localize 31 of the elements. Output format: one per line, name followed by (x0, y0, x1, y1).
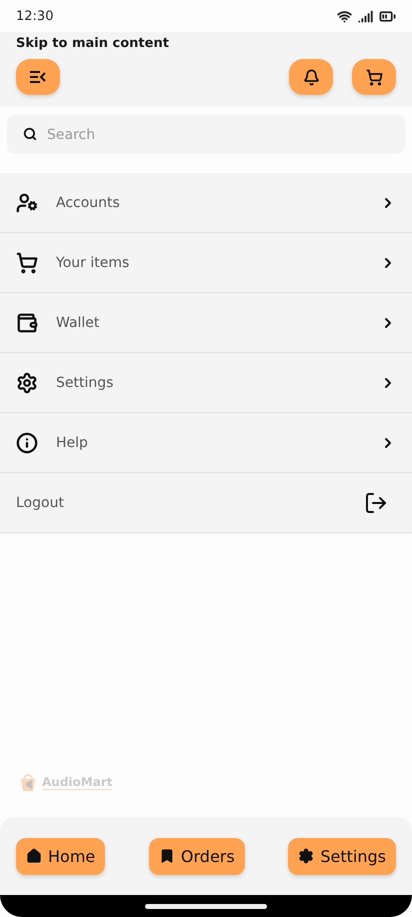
wifi-icon (337, 8, 352, 24)
cart-button[interactable] (352, 59, 396, 95)
wallet-icon (16, 312, 38, 334)
search-field[interactable]: Search (7, 115, 405, 154)
bookmark-icon (158, 848, 175, 864)
menu-icon (30, 71, 46, 83)
logout-item[interactable]: Logout (0, 473, 412, 533)
menu-item[interactable]: Your items (0, 233, 412, 293)
gear-icon (16, 372, 38, 394)
cart-icon (366, 68, 382, 86)
house-icon (26, 848, 42, 864)
menu-button[interactable] (16, 59, 60, 95)
nav-button[interactable]: Home (16, 838, 106, 874)
gear-icon (298, 848, 314, 864)
nav-button[interactable]: Orders (148, 838, 245, 874)
signal-icon (358, 8, 373, 24)
nav-button[interactable]: Settings (288, 838, 396, 874)
menu-item[interactable]: Help (0, 413, 412, 473)
search-icon (23, 127, 37, 141)
info-icon (16, 432, 38, 454)
cart-icon (16, 252, 38, 274)
menu-item[interactable]: Settings (0, 353, 412, 413)
home-indicator[interactable] (145, 904, 267, 908)
menu-item[interactable]: Wallet (0, 293, 412, 353)
menu-item[interactable]: Accounts (0, 173, 412, 233)
bell-icon (302, 68, 320, 86)
logout-icon (364, 490, 388, 514)
user-gear-icon (16, 192, 38, 214)
notifications-button[interactable] (289, 59, 333, 95)
skip-link[interactable]: Skip to main content (16, 36, 396, 51)
status-time: 12:30 (16, 8, 54, 24)
